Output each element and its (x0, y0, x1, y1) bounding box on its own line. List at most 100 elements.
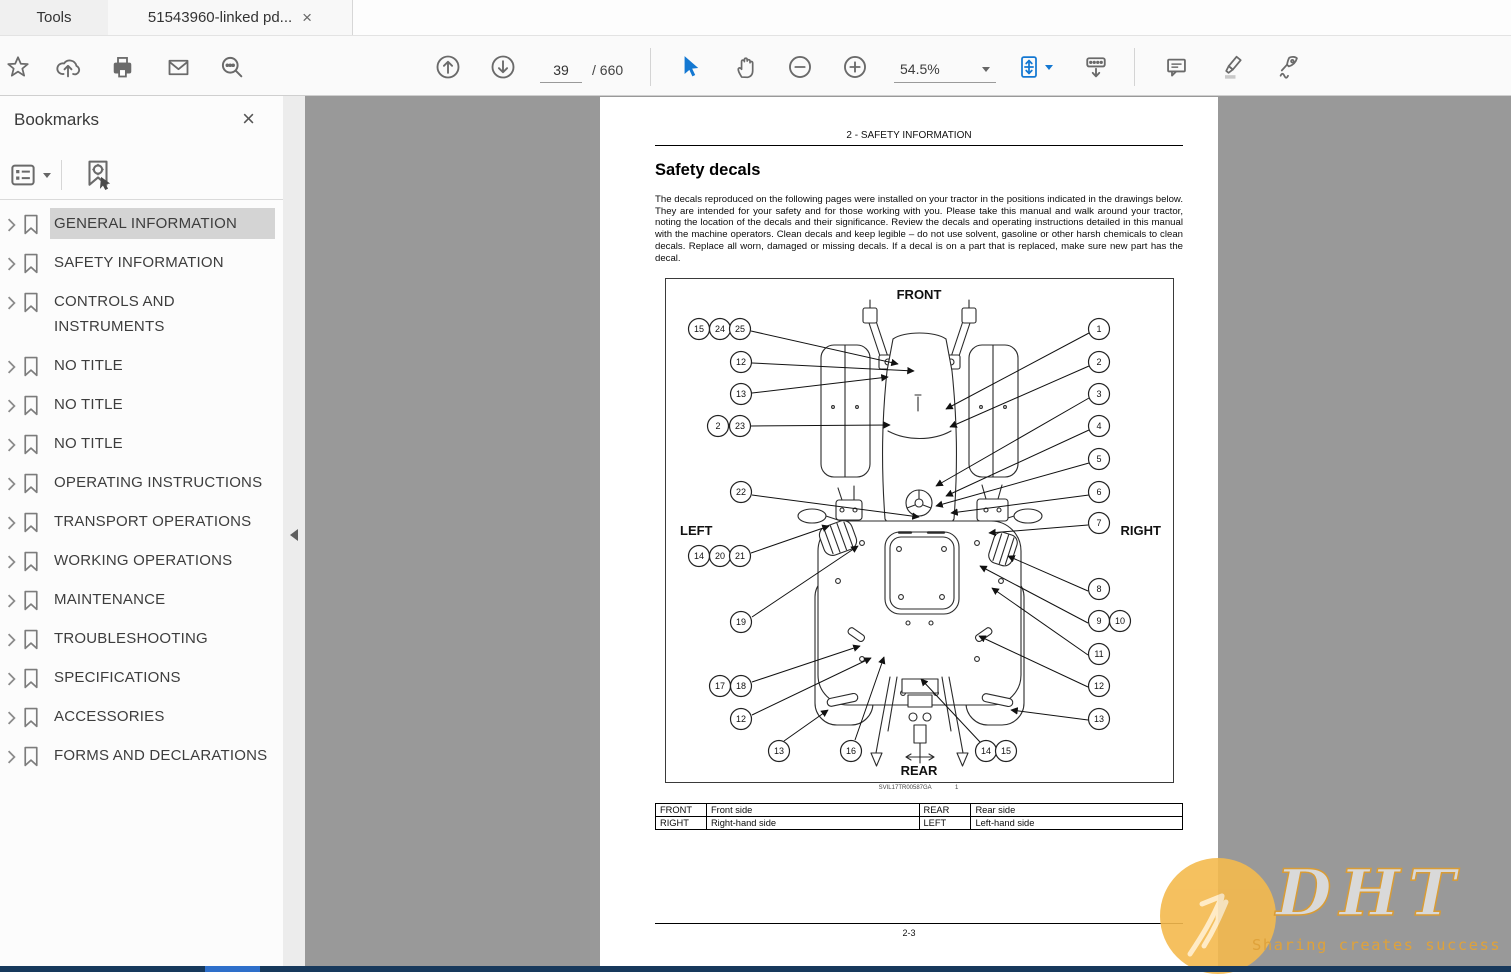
figure-label-right: RIGHT (1121, 523, 1162, 538)
fit-page-button[interactable] (1013, 51, 1045, 83)
chevron-right-icon[interactable] (6, 208, 22, 232)
bookmark-item-label[interactable]: SPECIFICATIONS (50, 662, 275, 693)
page-display-button[interactable] (1080, 51, 1112, 83)
callout-20: 20 (708, 544, 732, 568)
bookmark-item-label[interactable]: FORMS AND DECLARATIONS (50, 740, 275, 771)
bookmark-item-label[interactable]: WORKING OPERATIONS (50, 545, 275, 576)
bookmark-item-label[interactable]: GENERAL INFORMATION (50, 208, 275, 239)
legend-row: RIGHT Right-hand side LEFT Left-hand side (655, 816, 1183, 830)
chevron-right-icon[interactable] (6, 701, 22, 725)
bookmark-item-label[interactable]: NO TITLE (50, 350, 275, 381)
bookmark-item-label[interactable]: TRANSPORT OPERATIONS (50, 506, 275, 537)
bookmark-item[interactable]: NO TITLE (0, 424, 283, 463)
select-tool-icon[interactable] (674, 51, 706, 83)
page-down-button[interactable] (487, 51, 519, 83)
zoom-in-button[interactable] (839, 51, 871, 83)
zoom-level-select[interactable]: 54.5% (894, 56, 996, 83)
chevron-right-icon[interactable] (6, 584, 22, 608)
chevron-right-icon[interactable] (6, 545, 22, 569)
bookmark-item[interactable]: NO TITLE (0, 346, 283, 385)
bookmark-item[interactable]: TROUBLESHOOTING (0, 619, 283, 658)
callout-17: 17 (708, 674, 732, 698)
chevron-right-icon[interactable] (6, 662, 22, 686)
bookmark-item-label[interactable]: NO TITLE (50, 428, 275, 459)
chevron-right-icon[interactable] (6, 286, 22, 310)
chevron-right-icon[interactable] (6, 740, 22, 764)
bookmarks-toolbar (0, 152, 283, 198)
bookmark-item[interactable]: TRANSPORT OPERATIONS (0, 502, 283, 541)
bookmark-item[interactable]: CONTROLS AND INSTRUMENTS (0, 282, 283, 346)
bookmark-item[interactable]: SPECIFICATIONS (0, 658, 283, 697)
document-canvas[interactable]: 2 - SAFETY INFORMATION Safety decals The… (305, 96, 1511, 966)
tab-close-icon[interactable]: × (302, 9, 312, 26)
bookmark-item[interactable]: WORKING OPERATIONS (0, 541, 283, 580)
watermark-logo-circle (1160, 858, 1276, 974)
svg-text:21: 21 (735, 551, 745, 561)
svg-text:11: 11 (1094, 649, 1103, 659)
bookmark-icon (22, 247, 50, 275)
bookmark-item[interactable]: NO TITLE (0, 385, 283, 424)
find-current-bookmark-button[interactable] (82, 158, 114, 192)
bookmark-icon (22, 545, 50, 573)
chevron-right-icon[interactable] (6, 389, 22, 413)
star-icon[interactable] (2, 51, 34, 83)
bookmark-item[interactable]: OPERATING INSTRUCTIONS (0, 463, 283, 502)
bookmark-item[interactable]: SAFETY INFORMATION (0, 243, 283, 282)
section-title: Safety decals (655, 161, 761, 179)
bookmark-item-label[interactable]: OPERATING INSTRUCTIONS (50, 467, 275, 498)
svg-text:13: 13 (736, 389, 746, 399)
bookmark-item-label[interactable]: SAFETY INFORMATION (50, 247, 275, 278)
main-area: Bookmarks × GENERAL INFORMATION SAFETY IN… (0, 96, 1511, 966)
search-icon[interactable] (216, 51, 248, 83)
legend-table: FRONT Front side REAR Rear side RIGHT Right-h… (655, 803, 1183, 830)
email-icon[interactable] (162, 51, 194, 83)
legend-cell: FRONT (655, 803, 707, 817)
chevron-right-icon[interactable] (6, 350, 22, 374)
callout-12: 12 (729, 707, 753, 731)
callout-16: 16 (839, 739, 863, 763)
legend-cell: Rear side (970, 803, 1183, 817)
bookmark-item-label[interactable]: ACCESSORIES (50, 701, 275, 732)
figure-caption-index: 1 (955, 785, 959, 791)
bookmark-item[interactable]: FORMS AND DECLARATIONS (0, 736, 283, 775)
bookmark-icon (22, 662, 50, 690)
bookmark-item[interactable]: MAINTENANCE (0, 580, 283, 619)
fit-page-caret-icon[interactable] (1042, 51, 1056, 83)
callout-10: 10 (1108, 609, 1132, 633)
bookmark-item-label[interactable]: CONTROLS AND INSTRUMENTS (50, 286, 275, 342)
chevron-right-icon[interactable] (6, 506, 22, 530)
bookmarks-options-button[interactable] (8, 160, 51, 190)
tab-document[interactable]: 51543960-linked pd... × (108, 0, 353, 35)
chevron-right-icon[interactable] (6, 467, 22, 491)
bookmark-item-label[interactable]: TROUBLESHOOTING (50, 623, 275, 654)
callout-arrow (1010, 707, 1089, 721)
collapse-panel-icon[interactable] (290, 529, 298, 541)
taskbar-edge (0, 966, 1511, 972)
bookmark-item[interactable]: GENERAL INFORMATION (0, 204, 283, 243)
bookmark-item-label[interactable]: NO TITLE (50, 389, 275, 420)
figure-caption: SVIL17TR00587GA 1 (665, 785, 1172, 791)
cloud-upload-icon[interactable] (52, 51, 84, 83)
highlight-icon[interactable] (1216, 51, 1248, 83)
chevron-right-icon[interactable] (6, 623, 22, 647)
bookmarks-close-icon[interactable]: × (242, 108, 255, 130)
pdf-page: 2 - SAFETY INFORMATION Safety decals The… (600, 97, 1218, 966)
callout-13: 13 (1087, 707, 1111, 731)
comment-icon[interactable] (1160, 51, 1192, 83)
chevron-right-icon[interactable] (6, 247, 22, 271)
panel-collapse-strip[interactable] (283, 96, 305, 966)
bookmark-icon (22, 428, 50, 456)
callout-15: 15 (687, 317, 711, 341)
chevron-right-icon[interactable] (6, 428, 22, 452)
bookmark-item[interactable]: ACCESSORIES (0, 697, 283, 736)
callout-19: 19 (729, 610, 753, 634)
page-number-input[interactable] (540, 58, 582, 83)
page-up-button[interactable] (432, 51, 464, 83)
hand-tool-icon[interactable] (729, 51, 761, 83)
sign-icon[interactable] (1271, 51, 1303, 83)
bookmark-item-label[interactable]: MAINTENANCE (50, 584, 275, 615)
zoom-out-button[interactable] (784, 51, 816, 83)
callout-7: 7 (1087, 511, 1111, 535)
print-icon[interactable] (106, 51, 138, 83)
tab-tools[interactable]: Tools (0, 0, 109, 35)
